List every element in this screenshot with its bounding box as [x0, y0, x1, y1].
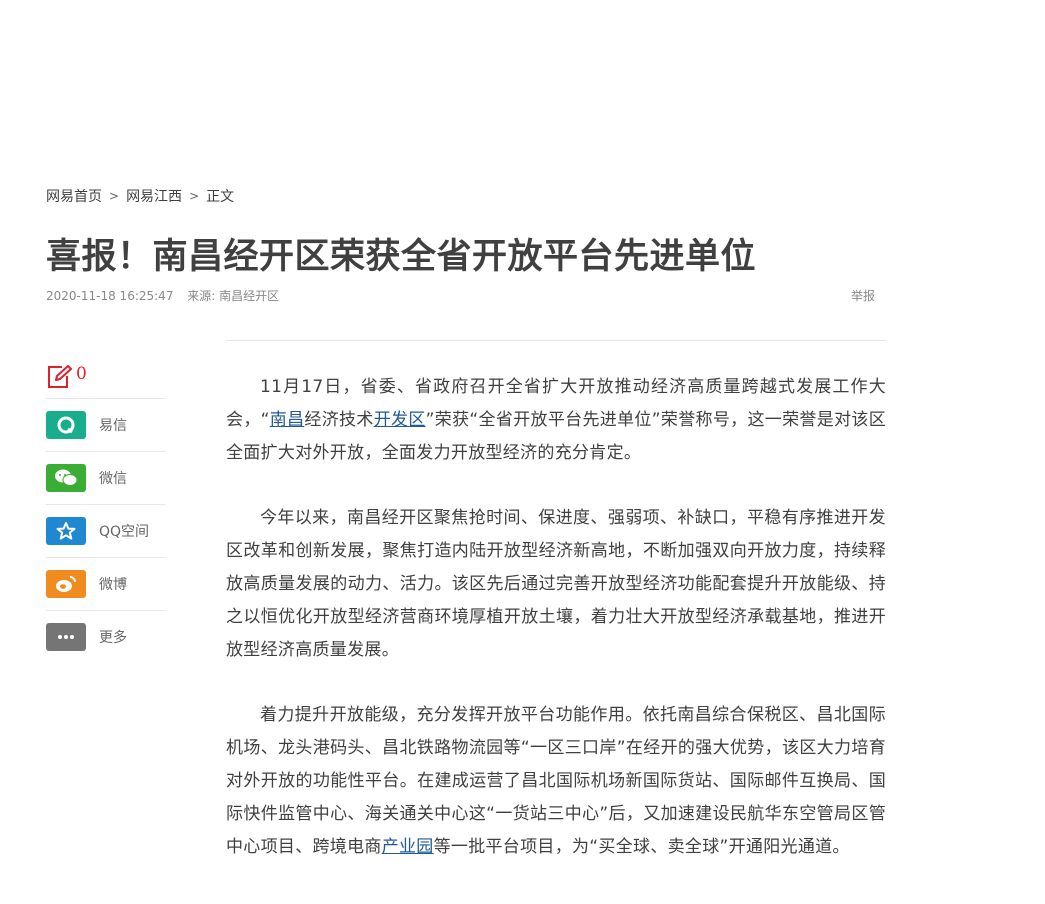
edit-comment-icon [46, 364, 72, 390]
chevron-right-icon: > [109, 189, 120, 203]
article-meta: 2020-11-18 16:25:47 来源: 南昌经开区 [46, 287, 279, 304]
report-link[interactable]: 举报 [851, 287, 875, 304]
share-wechat[interactable]: 微信 [46, 452, 166, 505]
wechat-icon [46, 464, 86, 492]
share-weibo[interactable]: 微博 [46, 558, 166, 611]
publish-datetime: 2020-11-18 16:25:47 [46, 289, 174, 303]
share-yixin[interactable]: 易信 [46, 399, 166, 452]
comment-count: 0 [76, 364, 87, 384]
article-paragraph: 11月17日，省委、省政府召开全省扩大开放推动经济高质量跨越式发展工作大会，“南… [226, 377, 887, 463]
article-paragraph: 今年以来，南昌经开区聚焦抢时间、保进度、强弱项、补缺口，平稳有序推进开发区改革和… [226, 508, 886, 660]
qzone-star-icon [46, 517, 86, 545]
breadcrumb-current: 正文 [206, 189, 235, 205]
more-dots-icon [46, 623, 86, 651]
share-qzone[interactable]: QQ空间 [46, 505, 166, 558]
article-paragraph: 着力提升开放能级，充分发挥开放平台功能作用。依托南昌综合保税区、昌北国际机场、龙… [226, 705, 886, 857]
share-sidebar: 0 易信 微信 QQ空间 微博 更多 [46, 356, 166, 663]
breadcrumb-section-link[interactable]: 网易江西 [126, 186, 182, 206]
chevron-right-icon: > [189, 189, 200, 203]
breadcrumb-home-link[interactable]: 网易首页 [46, 186, 102, 206]
keyword-link-chanyeyuan[interactable]: 产业园 [382, 837, 434, 857]
comment-button[interactable]: 0 [46, 356, 166, 399]
share-more[interactable]: 更多 [46, 611, 166, 663]
share-label: 微博 [99, 577, 127, 593]
keyword-link-nanchang[interactable]: 南昌 [270, 410, 305, 430]
share-label: 微信 [99, 471, 127, 487]
breadcrumb: 网易首页 > 网易江西 > 正文 [46, 186, 234, 206]
yixin-icon [46, 411, 86, 439]
article-title: 喜报！南昌经开区荣获全省开放平台先进单位 [46, 237, 757, 277]
weibo-icon [46, 570, 86, 598]
divider [226, 340, 886, 341]
keyword-link-kaifaqu[interactable]: 开发区 [374, 410, 426, 430]
share-label: 易信 [99, 418, 127, 434]
article-source: 来源: 南昌经开区 [187, 289, 280, 303]
share-label: 更多 [99, 630, 127, 646]
share-label: QQ空间 [99, 524, 150, 540]
article-body: 11月17日，省委、省政府召开全省扩大开放推动经济高质量跨越式发展工作大会，“南… [226, 371, 886, 896]
